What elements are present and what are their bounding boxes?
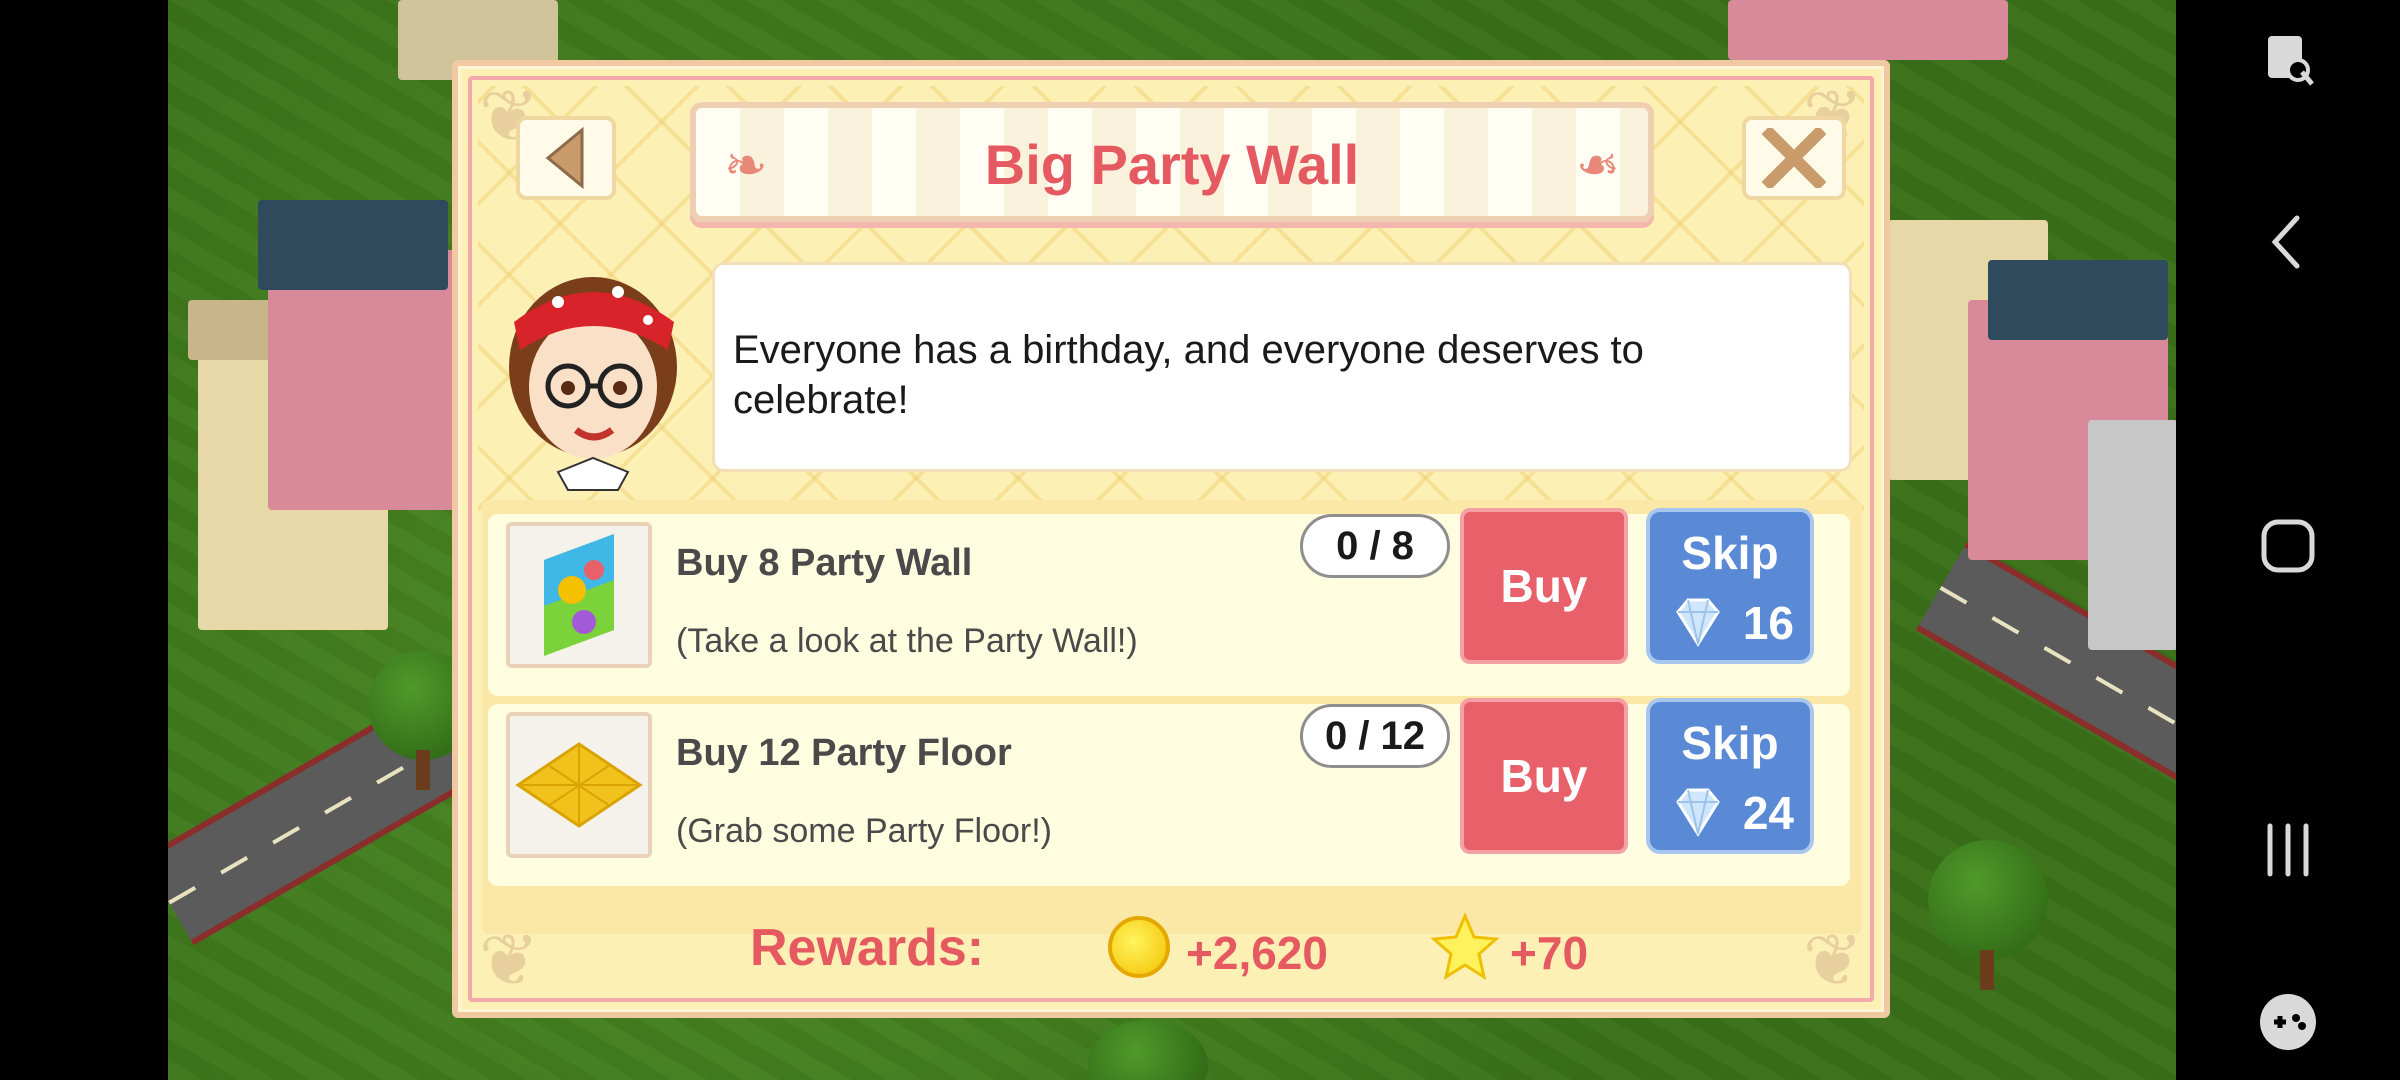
skip-label: Skip xyxy=(1681,527,1779,579)
back-arrow-icon xyxy=(545,126,584,190)
building-roof xyxy=(258,200,448,290)
coin-icon xyxy=(1108,916,1170,978)
tree-trunk xyxy=(416,750,430,790)
task-row: Buy 8 Party Wall (Take a look at the Par… xyxy=(488,508,1850,696)
task-row: Buy 12 Party Floor (Grab some Party Floo… xyxy=(488,698,1850,886)
building xyxy=(2088,420,2176,650)
rewards-label: Rewards: xyxy=(750,919,985,977)
dialog-message: Everyone has a birthday, and everyone de… xyxy=(733,328,1644,422)
gem-icon xyxy=(1676,598,1720,647)
coin-reward: +2,620 xyxy=(1186,927,1328,979)
close-icon xyxy=(1762,128,1826,188)
task-title: Buy 8 Party Wall xyxy=(676,542,973,584)
xp-reward: +70 xyxy=(1510,927,1589,979)
system-navigation-bar xyxy=(2176,0,2400,1080)
building xyxy=(1728,0,2008,60)
task-list: Buy 8 Party Wall (Take a look at the Par… xyxy=(482,500,1862,934)
party-floor-icon xyxy=(506,712,652,858)
home-icon[interactable] xyxy=(2176,516,2400,576)
tree-trunk xyxy=(1980,950,1994,990)
skip-button[interactable]: Skip 24 xyxy=(1646,698,1814,854)
buy-button[interactable]: Buy xyxy=(1460,698,1628,854)
dialog-title: Big Party Wall xyxy=(984,133,1360,196)
task-description: (Take a look at the Party Wall!) xyxy=(676,622,1138,660)
task-progress: 0 / 8 xyxy=(1300,514,1450,578)
skip-label: Skip xyxy=(1681,717,1779,769)
recents-icon[interactable] xyxy=(2176,820,2400,880)
task-title: Buy 12 Party Floor xyxy=(676,732,1012,774)
close-button[interactable] xyxy=(1742,116,1846,200)
game-tools-icon[interactable] xyxy=(2176,990,2400,1054)
back-button[interactable] xyxy=(516,116,616,200)
rewards-bar: Rewards: +2,620 +70 xyxy=(458,894,1884,1012)
letterbox-left xyxy=(0,0,168,1080)
task-description: (Grab some Party Floor!) xyxy=(676,812,1052,850)
xp-star-icon xyxy=(1430,912,1500,981)
screenshot-lock-icon[interactable] xyxy=(2176,28,2400,92)
skip-cost: 16 xyxy=(1742,597,1794,649)
buy-button[interactable]: Buy xyxy=(1460,508,1628,664)
flourish-icon: ❧ xyxy=(1576,137,1620,195)
quest-dialog: ❦ ❦ ❦ ❦ ❧ Big Party Wall ❧ xyxy=(452,60,1890,1018)
skip-cost: 24 xyxy=(1742,787,1794,839)
party-wall-icon xyxy=(506,522,652,668)
task-progress: 0 / 12 xyxy=(1300,704,1450,768)
skip-button[interactable]: Skip 16 xyxy=(1646,508,1814,664)
building-roof xyxy=(1988,260,2168,340)
title-banner: ❧ Big Party Wall ❧ xyxy=(690,102,1654,222)
advisor-avatar xyxy=(498,262,688,492)
speech-bubble: Everyone has a birthday, and everyone de… xyxy=(712,262,1852,472)
tree xyxy=(1928,840,2048,960)
gem-icon xyxy=(1676,788,1720,837)
back-icon[interactable] xyxy=(2176,212,2400,272)
